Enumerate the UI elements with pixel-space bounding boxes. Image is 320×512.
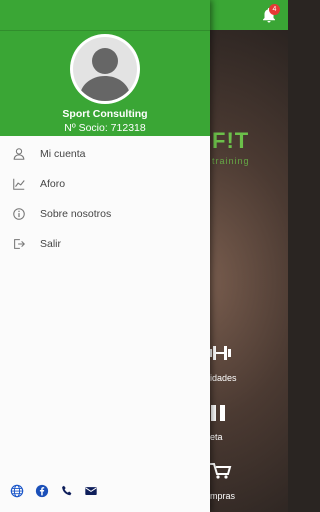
person-icon bbox=[13, 148, 25, 160]
tile-label-compras[interactable]: mpras bbox=[210, 491, 235, 501]
card-icon[interactable] bbox=[208, 404, 232, 422]
menu-item-salir[interactable]: Salir bbox=[0, 229, 210, 259]
menu-item-mi-cuenta[interactable]: Mi cuenta bbox=[0, 139, 210, 169]
brand-logo-text: F!T bbox=[212, 128, 250, 153]
facebook-icon[interactable] bbox=[35, 484, 49, 498]
menu-label: Mi cuenta bbox=[40, 148, 86, 160]
navigation-drawer: Sport Consulting Nº Socio: 712318 Mi cue… bbox=[0, 0, 210, 512]
logout-icon bbox=[14, 239, 25, 249]
globe-icon[interactable] bbox=[10, 484, 24, 498]
menu-item-sobre-nosotros[interactable]: Sobre nosotros bbox=[0, 199, 210, 229]
avatar-placeholder-icon bbox=[73, 37, 137, 101]
phone-icon[interactable] bbox=[60, 484, 74, 498]
header-divider bbox=[0, 30, 210, 31]
member-number: Nº Socio: 712318 bbox=[64, 122, 146, 134]
menu-item-aforo[interactable]: Aforo bbox=[0, 169, 210, 199]
menu-label: Sobre nosotros bbox=[40, 208, 112, 220]
menu-label: Salir bbox=[40, 238, 62, 250]
mail-icon[interactable] bbox=[84, 484, 98, 498]
chart-icon bbox=[13, 178, 25, 190]
tile-label-tarjeta[interactable]: eta bbox=[210, 432, 223, 442]
notification-badge: 4 bbox=[269, 4, 280, 15]
dumbbell-icon[interactable] bbox=[208, 344, 232, 362]
info-icon bbox=[13, 208, 25, 220]
avatar[interactable] bbox=[70, 34, 140, 104]
brand-subtitle: training bbox=[212, 156, 250, 166]
user-name: Sport Consulting bbox=[62, 108, 148, 120]
tile-label-actividades[interactable]: idades bbox=[210, 373, 237, 383]
cart-icon[interactable] bbox=[208, 462, 232, 480]
menu-label: Aforo bbox=[40, 178, 66, 190]
